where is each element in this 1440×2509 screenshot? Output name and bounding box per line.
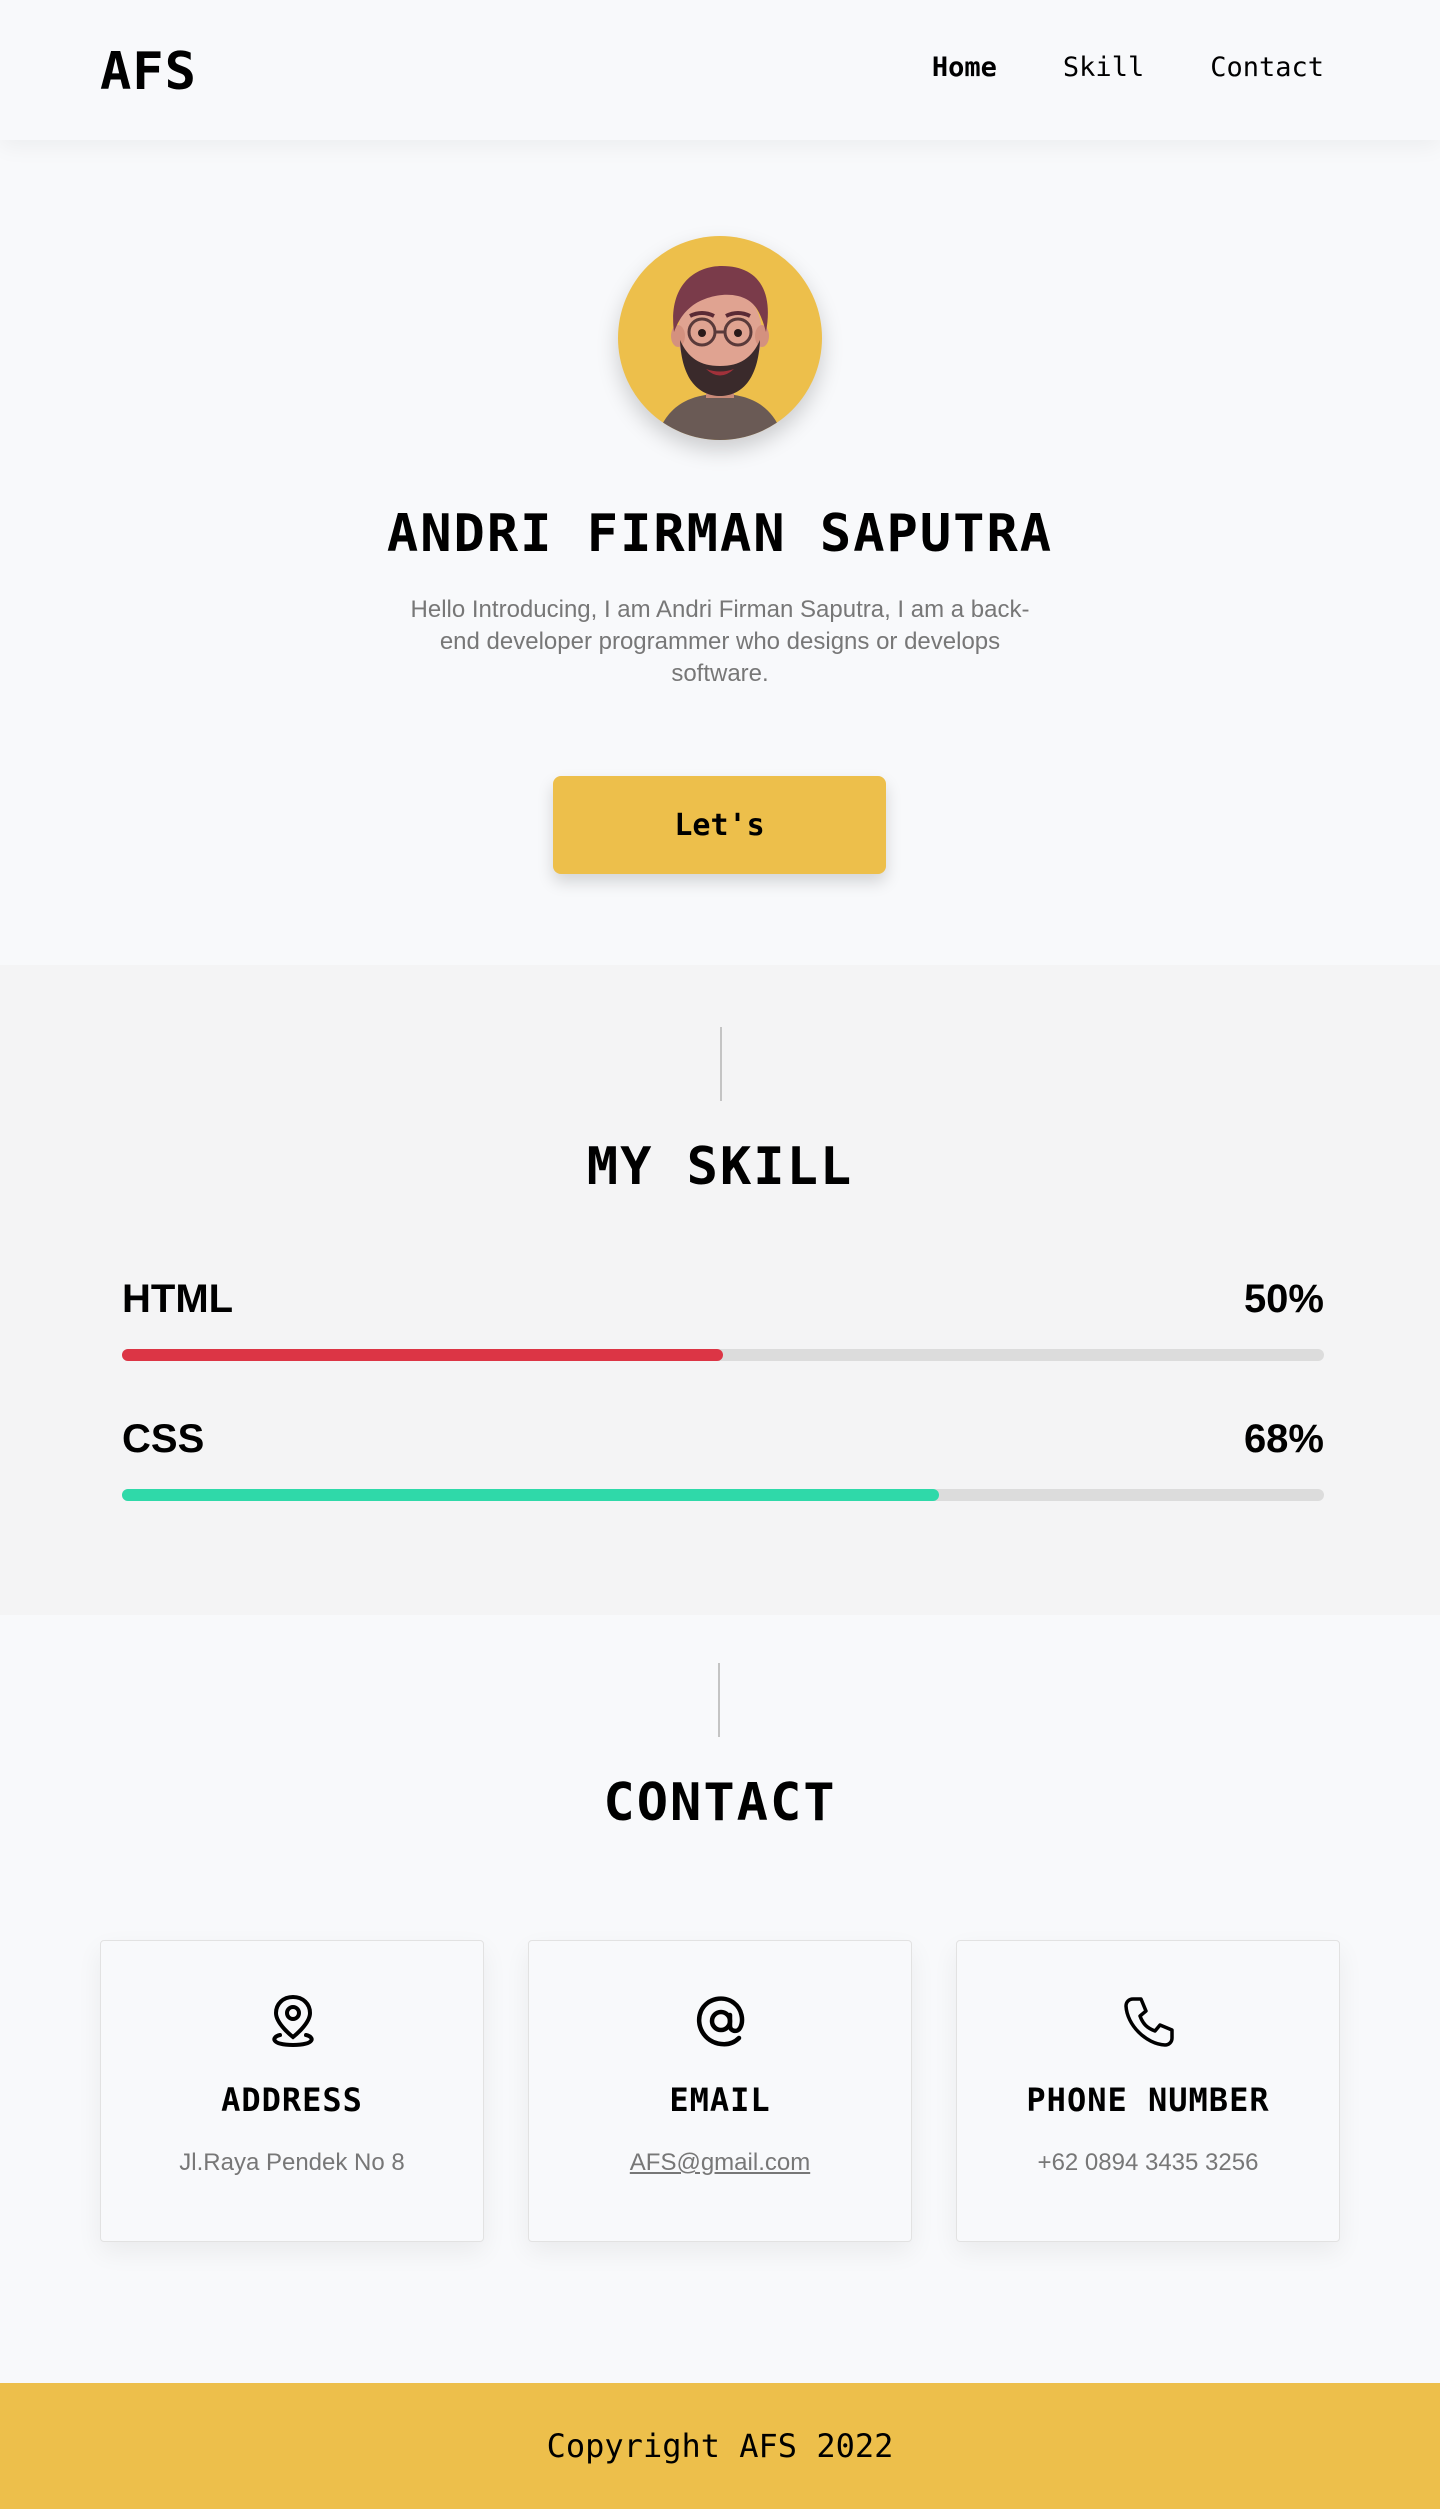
memoji-avatar-icon [656, 266, 784, 440]
navbar: AFS Home Skill Contact [0, 0, 1440, 140]
card-value: Jl.Raya Pendek No 8 [179, 2149, 405, 2176]
lets-button[interactable]: Let's [553, 776, 886, 874]
skill-title: MY SKILL [586, 1137, 854, 1197]
nav-link-skill[interactable]: Skill [1063, 52, 1144, 83]
contact-card-phone: PHONE NUMBER +62 0894 3435 3256 [956, 1940, 1340, 2242]
skill-bar-track [122, 1349, 1324, 1361]
copyright-text: Copyright AFS 2022 [546, 2427, 894, 2465]
card-title: ADDRESS [221, 2081, 363, 2119]
section-divider [718, 1663, 720, 1737]
skill-name: HTML [122, 1277, 234, 1321]
hero-intro: Hello Introducing, I am Andri Firman Sap… [410, 596, 1030, 687]
contact-section: CONTACT ADDRESS Jl.Raya Pendek No 8 EMAI… [0, 1615, 1440, 2383]
skill-section: MY SKILL HTML 50% CSS 68% [0, 965, 1440, 1615]
card-value-wrap: AFS@gmail.com [529, 2149, 911, 2177]
card-title: EMAIL [669, 2081, 771, 2119]
nav-links: Home Skill Contact [932, 52, 1324, 83]
hero-section: ANDRI FIRMAN SAPUTRA Hello Introducing, … [0, 140, 1440, 965]
nav-link-home[interactable]: Home [932, 52, 997, 83]
phone-icon [1124, 1997, 1174, 2047]
location-pin-icon [272, 1994, 314, 2048]
skill-percent: 68% [1243, 1417, 1324, 1461]
at-sign-icon [696, 1996, 745, 2047]
skill-percent: 50% [1243, 1277, 1324, 1321]
avatar [618, 236, 822, 440]
contact-card-address: ADDRESS Jl.Raya Pendek No 8 [100, 1940, 484, 2242]
card-value: +62 0894 3435 3256 [1037, 2149, 1259, 2176]
card-title: PHONE NUMBER [1026, 2081, 1270, 2119]
contact-title: CONTACT [603, 1773, 837, 1833]
skill-name: CSS [122, 1417, 205, 1461]
nav-link-contact[interactable]: Contact [1210, 52, 1324, 83]
section-divider [720, 1027, 722, 1101]
footer: Copyright AFS 2022 [0, 2383, 1440, 2509]
hero-name: ANDRI FIRMAN SAPUTRA [386, 504, 1054, 564]
email-link[interactable]: AFS@gmail.com [630, 2149, 810, 2176]
skill-bar-track [122, 1489, 1324, 1501]
contact-card-email: EMAIL AFS@gmail.com [528, 1940, 912, 2242]
skill-bar-fill [122, 1489, 940, 1501]
brand-logo[interactable]: AFS [100, 42, 197, 102]
skill-bar-fill [122, 1349, 723, 1361]
